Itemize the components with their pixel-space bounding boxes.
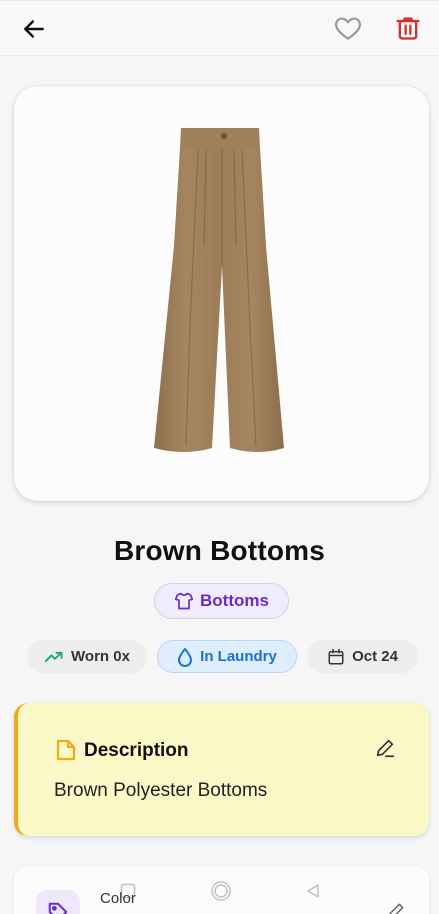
description-text: Brown Polyester Bottoms [54,780,268,801]
laundry-status-chip[interactable]: In Laundry [157,640,297,673]
recents-button[interactable] [113,876,143,906]
file-icon [56,739,76,761]
circle-icon [211,881,231,901]
top-app-bar [0,0,439,56]
droplet-icon [178,647,193,667]
date-label: Oct 24 [352,648,398,665]
arrow-left-icon [24,20,44,38]
system-navigation-bar [0,876,439,906]
trending-up-icon [44,651,63,662]
date-chip: Oct 24 [307,640,418,673]
item-image-card[interactable] [14,86,429,501]
item-title: Brown Bottoms [113,535,326,566]
shirt-icon [174,592,194,610]
worn-count-label: Worn 0x [71,648,130,665]
heart-outline-icon [335,17,361,40]
triangle-back-icon [307,884,319,898]
trash-icon [396,17,420,40]
edit-description-button[interactable] [374,737,396,764]
worn-count-chip: Worn 0x [27,640,147,673]
square-icon [120,883,136,899]
back-button[interactable] [18,13,50,45]
description-card: Description Brown Polyester Bottoms [14,703,429,836]
category-label: Bottoms [200,591,269,610]
laundry-status-label: In Laundry [200,648,277,665]
favorite-button[interactable] [331,11,365,45]
category-chip[interactable]: Bottoms [154,583,289,619]
home-button[interactable] [206,876,236,906]
delete-button[interactable] [391,10,425,46]
system-back-button[interactable] [298,876,328,906]
calendar-icon [328,648,344,664]
description-heading: Description [84,740,189,761]
pencil-icon [376,739,395,758]
item-photo [154,128,284,452]
